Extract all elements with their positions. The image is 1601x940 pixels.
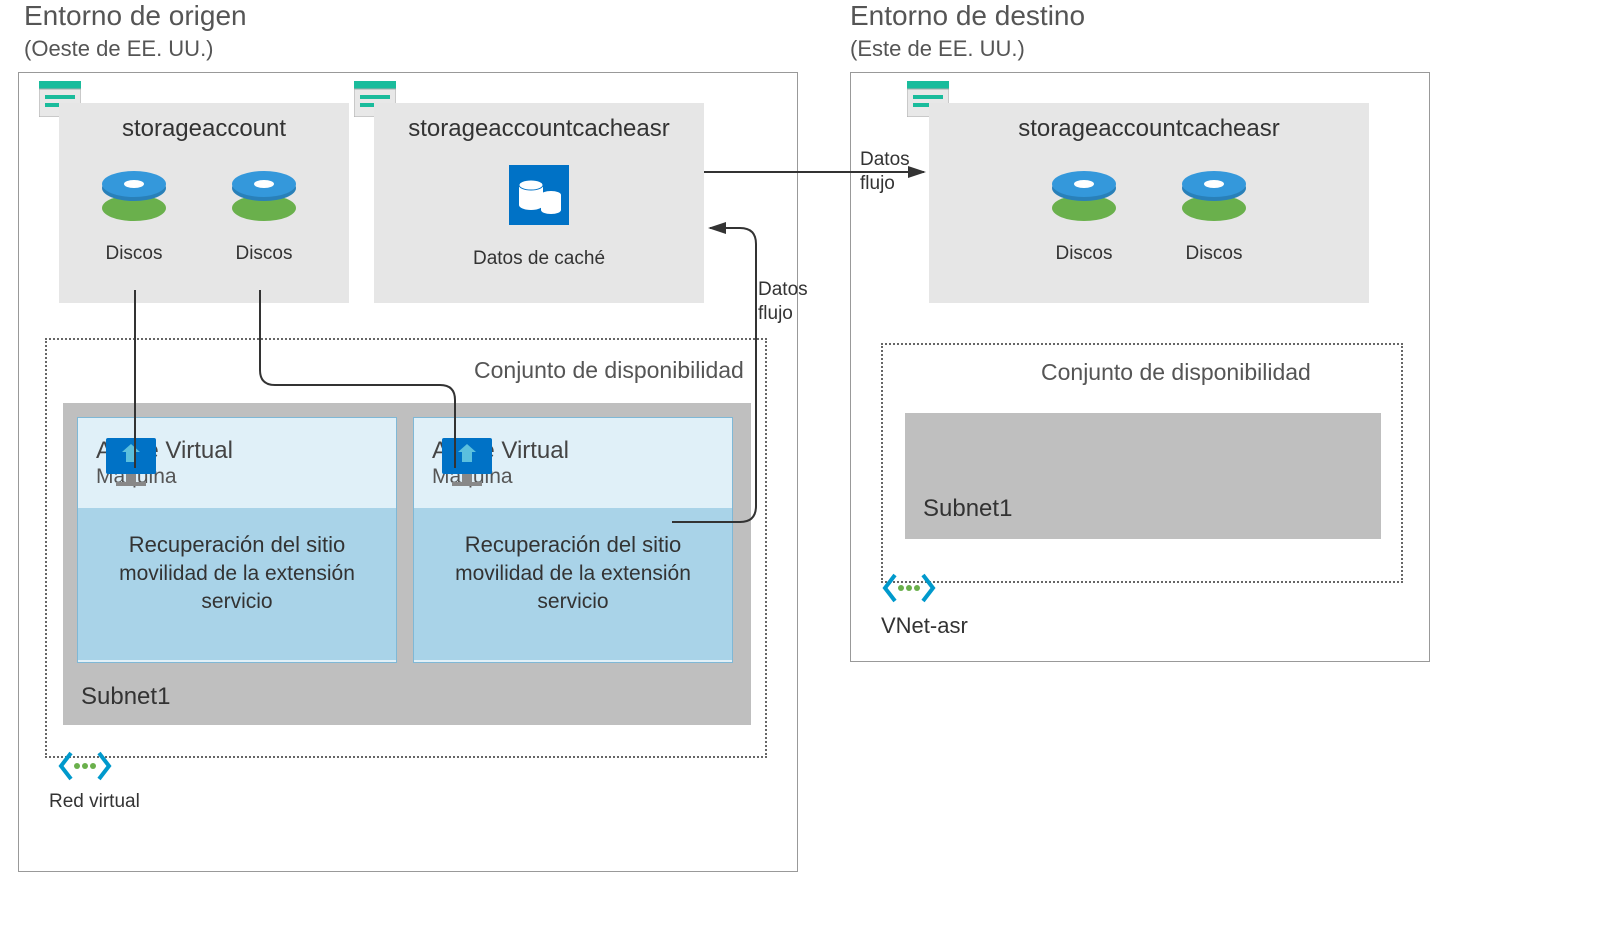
target-storage-box: storageaccountcacheasr Discos Discos — [929, 103, 1369, 303]
disk-icon — [229, 168, 299, 223]
source-env-subtitle: (Oeste de EE. UU.) — [24, 36, 214, 62]
source-vnet-label: Red virtual — [49, 791, 140, 813]
vm1-recovery-line2: movilidad de la extensión — [78, 562, 396, 586]
vm-icon — [438, 434, 496, 492]
cache-label: Datos de caché — [374, 248, 704, 270]
flow-label-1a: Datos — [860, 148, 910, 173]
disk-label: Discos — [99, 243, 169, 265]
disk-icon — [1179, 168, 1249, 223]
cache-data-icon — [509, 165, 569, 225]
disk-icon — [99, 168, 169, 223]
source-storage2-title: storageaccountcacheasr — [374, 115, 704, 143]
target-availability-label: Conjunto de disponibilidad — [1041, 359, 1311, 386]
target-env-subtitle: (Este de EE. UU.) — [850, 36, 1025, 62]
source-storageaccount-box: storageaccount Discos Discos — [59, 103, 349, 303]
vm2-recovery-line1: Recuperación del sitio — [414, 532, 732, 558]
source-subnet-label: Subnet1 — [81, 683, 170, 711]
source-availability-label: Conjunto de disponibilidad — [474, 357, 744, 384]
vm1-recovery-line1: Recuperación del sitio — [78, 532, 396, 558]
target-subnet-label: Subnet1 — [923, 495, 1012, 523]
flow-label-2a: Datos — [758, 278, 808, 303]
vm2-recovery-line3: servicio — [414, 590, 732, 614]
source-vm1-box: Azure Virtual Máquina Recuperación del s… — [77, 417, 397, 663]
source-cache-box: storageaccountcacheasr Datos de caché — [374, 103, 704, 303]
vm1-recovery-line3: servicio — [78, 590, 396, 614]
source-storage1-title: storageaccount — [59, 115, 349, 143]
flow-label-1b: flujo — [860, 172, 895, 197]
target-vnet-label: VNet-asr — [881, 613, 968, 639]
target-env-box: storageaccountcacheasr Discos Discos Con… — [850, 72, 1430, 662]
target-storage-title: storageaccountcacheasr — [929, 115, 1369, 143]
disk-label: Discos — [1049, 243, 1119, 265]
flow-label-2b: flujo — [758, 302, 793, 327]
source-subnet-box: Subnet1 Azure Virtual Máquina — [63, 403, 751, 725]
source-env-box: storageaccount Discos Discos — [18, 72, 798, 872]
disk-label: Discos — [229, 243, 299, 265]
source-env-title: Entorno de origen — [24, 0, 247, 32]
vm-icon — [102, 434, 160, 492]
source-vm2-box: Azure Virtual Máquina Recuperación del s… — [413, 417, 733, 663]
disk-icon — [1049, 168, 1119, 223]
vm2-recovery-line2: movilidad de la extensión — [414, 562, 732, 586]
target-env-title: Entorno de destino — [850, 0, 1085, 32]
target-subnet-box: Subnet1 — [905, 413, 1381, 539]
vnet-icon — [57, 749, 113, 783]
disk-label: Discos — [1179, 243, 1249, 265]
vnet-icon — [881, 571, 937, 605]
